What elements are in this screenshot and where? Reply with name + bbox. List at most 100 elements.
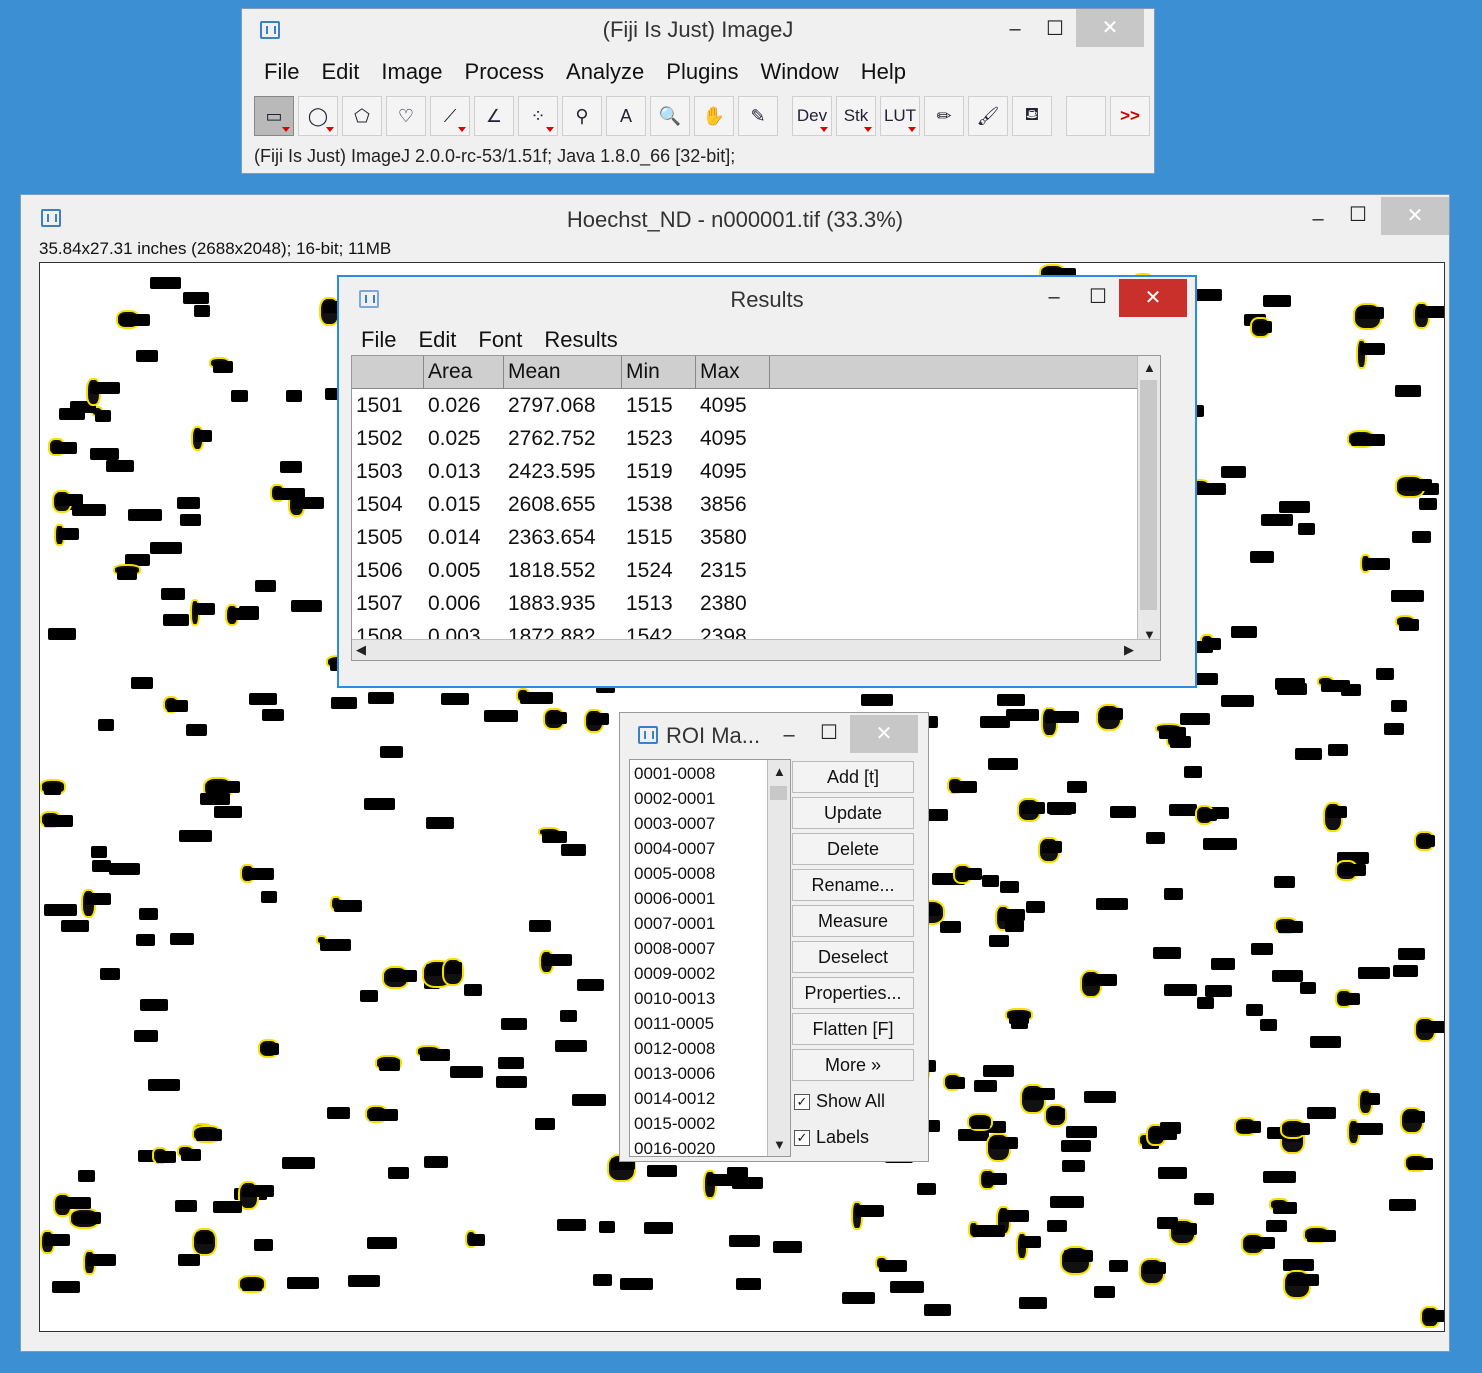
imagej-titlebar[interactable]: (Fiji Is Just) ImageJ – ☐ ✕	[242, 9, 1154, 51]
close-button[interactable]: ✕	[1076, 9, 1144, 47]
scroll-left-icon[interactable]: ◀	[356, 642, 366, 658]
list-item[interactable]: 0015-0002	[634, 1114, 715, 1134]
list-item[interactable]: 0010-0013	[634, 989, 715, 1009]
scroll-thumb[interactable]	[1140, 380, 1157, 610]
maximize-button[interactable]: ☐	[806, 713, 852, 753]
close-button[interactable]: ✕	[1381, 197, 1449, 235]
column-header-area[interactable]: Area	[424, 356, 504, 388]
list-item[interactable]: 0016-0020	[634, 1139, 715, 1156]
column-header-max[interactable]: Max	[696, 356, 770, 388]
minimize-button[interactable]: –	[1031, 277, 1077, 317]
column-header-min[interactable]: Min	[622, 356, 696, 388]
image-titlebar[interactable]: Hoechst_ND - n000001.tif (33.3%) – ☐ ✕	[21, 195, 1449, 237]
maximize-button[interactable]: ☐	[1335, 195, 1381, 235]
scroll-down-icon[interactable]: ▼	[773, 1137, 786, 1152]
roi-titlebar[interactable]: ROI Ma... – ☐ ✕	[620, 713, 928, 755]
roi-label-tag	[1259, 1019, 1278, 1032]
menu-process[interactable]: Process	[465, 59, 544, 85]
magnifier-tool[interactable]: 🔍	[650, 96, 690, 136]
dropper-tool[interactable]: ✎	[738, 96, 778, 136]
pencil-tool[interactable]: ✏	[924, 96, 964, 136]
roi-button-delete[interactable]: Delete	[792, 833, 914, 865]
stk-tool[interactable]: Stk	[836, 96, 876, 136]
table-row[interactable]: 1502 0.025 2762.752 1523 4095	[352, 422, 1152, 455]
table-row[interactable]: 1507 0.006 1883.935 1513 2380	[352, 587, 1152, 620]
list-item[interactable]: 0009-0002	[634, 964, 715, 984]
list-item[interactable]: 0011-0005	[634, 1014, 714, 1034]
roi-button-rename[interactable]: Rename...	[792, 869, 914, 901]
table-row[interactable]: 1504 0.015 2608.655 1538 3856	[352, 488, 1152, 521]
oval-tool[interactable]: ◯	[298, 96, 338, 136]
menu-edit[interactable]: Edit	[321, 59, 359, 85]
roi-button-measure[interactable]: Measure	[792, 905, 914, 937]
results-menu-edit[interactable]: Edit	[418, 327, 456, 353]
roi-button-add-t[interactable]: Add [t]	[792, 761, 914, 793]
hand-tool[interactable]: ✋	[694, 96, 734, 136]
lut-tool[interactable]: LUT	[880, 96, 920, 136]
list-item[interactable]: 0004-0007	[634, 839, 715, 859]
wand-tool[interactable]: ⚲	[562, 96, 602, 136]
list-item[interactable]: 0014-0012	[634, 1089, 715, 1109]
results-menu-font[interactable]: Font	[478, 327, 522, 353]
column-header-index[interactable]	[352, 356, 424, 388]
menu-image[interactable]: Image	[381, 59, 442, 85]
roi-button-flatten-f[interactable]: Flatten [F]	[792, 1013, 914, 1045]
maximize-button[interactable]: ☐	[1032, 9, 1078, 49]
scroll-thumb[interactable]	[770, 786, 787, 800]
table-cell: 2380	[700, 592, 747, 615]
list-item[interactable]: 0012-0008	[634, 1039, 715, 1059]
list-item[interactable]: 0005-0008	[634, 864, 715, 884]
roi-button-deselect[interactable]: Deselect	[792, 941, 914, 973]
results-horizontal-scrollbar[interactable]: ◀ ▶	[352, 639, 1160, 660]
results-vertical-scrollbar[interactable]: ▲ ▼	[1137, 356, 1160, 646]
roi-label-tag	[1018, 1296, 1047, 1309]
list-item[interactable]: 0006-0001	[634, 889, 715, 909]
scroll-right-icon[interactable]: ▶	[1124, 642, 1134, 658]
roi-button-update[interactable]: Update	[792, 797, 914, 829]
angle-tool[interactable]: ∠	[474, 96, 514, 136]
menu-window[interactable]: Window	[760, 59, 838, 85]
menu-analyze[interactable]: Analyze	[566, 59, 644, 85]
list-item[interactable]: 0002-0001	[634, 789, 715, 809]
freehand-tool[interactable]: ♡	[386, 96, 426, 136]
menu-plugins[interactable]: Plugins	[666, 59, 738, 85]
scroll-up-icon[interactable]: ▲	[773, 764, 786, 779]
line-tool[interactable]: ⟋	[430, 96, 470, 136]
empty-tool-tool[interactable]	[1066, 96, 1106, 136]
menu-help[interactable]: Help	[861, 59, 906, 85]
scroll-up-icon[interactable]: ▲	[1143, 360, 1156, 375]
results-titlebar[interactable]: Results – ☐ ✕	[339, 277, 1195, 321]
list-item[interactable]: 0008-0007	[634, 939, 715, 959]
table-row[interactable]: 1501 0.026 2797.068 1515 4095	[352, 389, 1152, 422]
dev-icon: Dev	[796, 106, 828, 125]
close-button[interactable]: ✕	[850, 715, 918, 753]
table-row[interactable]: 1506 0.005 1818.552 1524 2315	[352, 554, 1152, 587]
flood-fill-tool[interactable]: ⛾	[1012, 96, 1052, 136]
list-item[interactable]: 0007-0001	[634, 914, 715, 934]
roi-list-scrollbar[interactable]: ▲ ▼	[767, 760, 790, 1156]
table-row[interactable]: 1503 0.013 2423.595 1519 4095	[352, 455, 1152, 488]
multipoint-tool[interactable]: ⁘	[518, 96, 558, 136]
list-item[interactable]: 0001-0008	[634, 764, 715, 784]
column-header-mean[interactable]: Mean	[504, 356, 622, 388]
polygon-tool[interactable]: ⬠	[342, 96, 382, 136]
roi-button-properties[interactable]: Properties...	[792, 977, 914, 1009]
maximize-button[interactable]: ☐	[1075, 277, 1121, 317]
more-tools-tool[interactable]: >>	[1110, 96, 1150, 136]
table-row[interactable]: 1505 0.014 2363.654 1515 3580	[352, 521, 1152, 554]
show-all-checkbox[interactable]: ✓ Show All	[794, 1091, 885, 1112]
list-item[interactable]: 0003-0007	[634, 814, 715, 834]
list-item[interactable]: 0013-0006	[634, 1064, 715, 1084]
close-button[interactable]: ✕	[1119, 279, 1187, 317]
menu-file[interactable]: File	[264, 59, 299, 85]
roi-list[interactable]: 0001-0008 0002-0001 0003-0007 0004-0007 0005…	[629, 759, 791, 1157]
text-tool[interactable]: A	[606, 96, 646, 136]
results-menu-file[interactable]: File	[361, 327, 396, 353]
results-table[interactable]: Area Mean Min Max 1501 0.026 2797.068 1515 4…	[351, 355, 1161, 661]
results-menu-results[interactable]: Results	[544, 327, 617, 353]
rectangle-tool[interactable]: ▭	[254, 96, 294, 136]
labels-checkbox[interactable]: ✓ Labels	[794, 1127, 869, 1148]
dev-tool[interactable]: Dev	[792, 96, 832, 136]
brush-tool[interactable]: 🖌	[968, 96, 1008, 136]
roi-button-more[interactable]: More »	[792, 1049, 914, 1081]
